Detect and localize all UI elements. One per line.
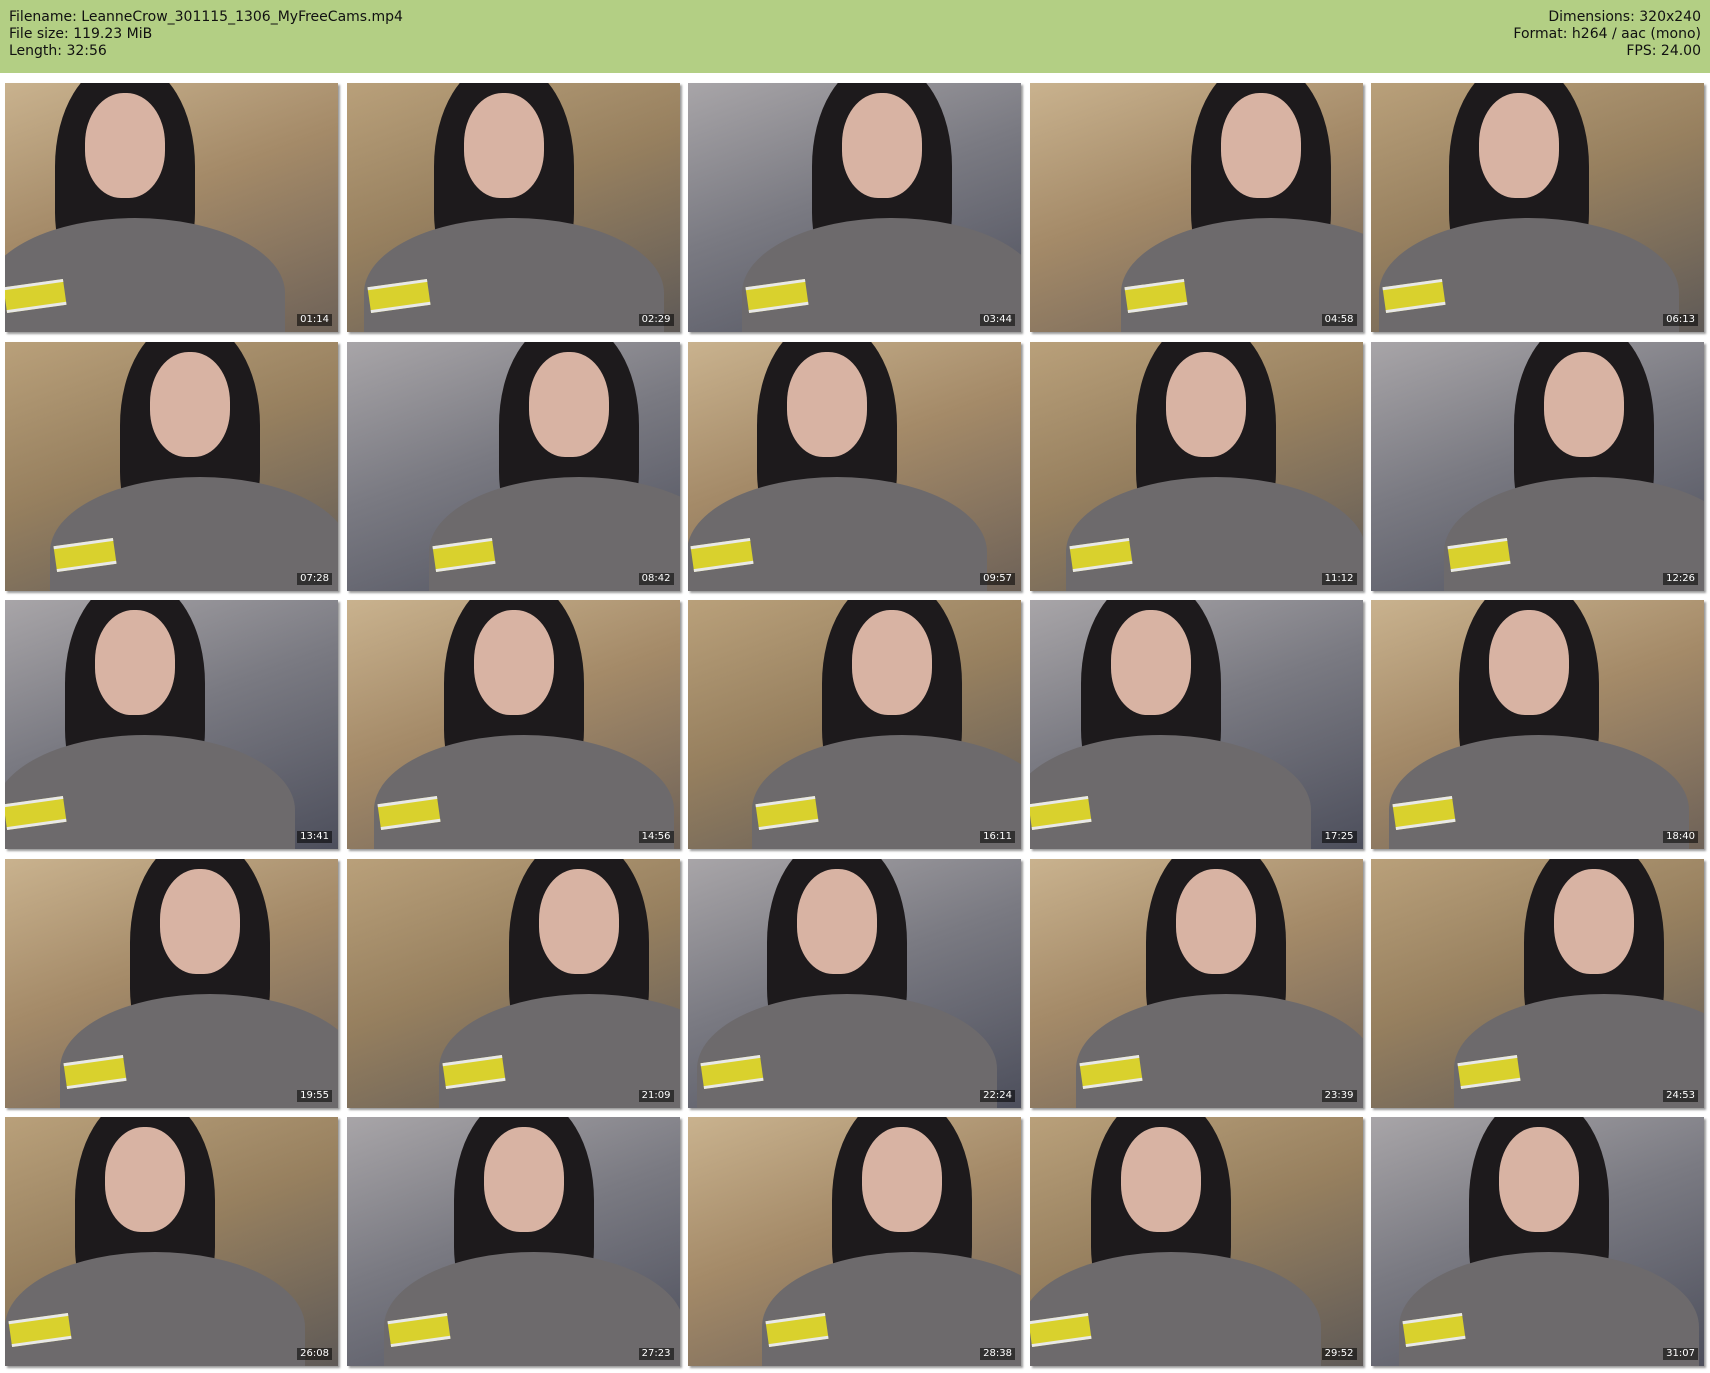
timestamp-label: 13:41 <box>297 831 332 843</box>
video-thumbnail: 12:26 <box>1371 341 1704 591</box>
figure-face <box>538 868 619 974</box>
video-thumbnail: 02:29 <box>346 83 680 332</box>
video-thumbnail: 31:07 <box>1371 1117 1704 1366</box>
video-thumbnail: 06:13 <box>1371 83 1704 332</box>
timestamp-label: 16:11 <box>980 831 1015 843</box>
figure-face <box>95 610 175 715</box>
video-thumbnail: 21:09 <box>346 858 680 1108</box>
dimensions-text: Dimensions: 320x240 <box>1548 9 1701 25</box>
video-thumbnail: 01:14 <box>5 83 338 332</box>
video-thumbnail: 19:55 <box>5 858 338 1108</box>
header-separator <box>0 73 1710 81</box>
timestamp-label: 29:52 <box>1321 1348 1357 1360</box>
timestamp-label: 26:08 <box>297 1348 332 1360</box>
figure-face <box>1120 1127 1201 1232</box>
timestamp-label: 14:56 <box>638 831 674 843</box>
figure-face <box>842 93 922 198</box>
figure-face <box>150 351 230 457</box>
figure-face <box>483 1127 564 1232</box>
timestamp-label: 08:42 <box>638 572 674 585</box>
timestamp-label: 24:53 <box>1663 1089 1698 1102</box>
video-thumbnail: 23:39 <box>1029 858 1363 1108</box>
video-thumbnail: 18:40 <box>1371 600 1704 849</box>
video-thumbnail: 22:24 <box>688 858 1021 1108</box>
figure-face <box>1554 868 1634 974</box>
video-thumbnail: 27:23 <box>346 1117 680 1366</box>
video-thumbnail: 14:56 <box>346 600 680 849</box>
timestamp-label: 21:09 <box>638 1089 674 1102</box>
figure-face <box>463 93 544 198</box>
figure-face <box>85 93 165 198</box>
video-thumbnail: 13:41 <box>5 600 338 849</box>
figure-face <box>1489 610 1569 715</box>
video-thumbnail: 11:12 <box>1029 341 1363 591</box>
timestamp-label: 11:12 <box>1321 572 1357 585</box>
video-thumbnail: 16:11 <box>688 600 1021 849</box>
timestamp-label: 22:24 <box>980 1089 1015 1102</box>
filename-text: Filename: LeanneCrow_301115_1306_MyFreeC… <box>9 9 403 25</box>
thumbnail-grid: 01:14 02:29 03:44 04:58 06:13 07:28 08:42 09:57… <box>5 83 1705 1368</box>
figure-face <box>160 868 240 974</box>
info-header: Filename: LeanneCrow_301115_1306_MyFreeC… <box>0 0 1710 73</box>
timestamp-label: 03:44 <box>980 314 1015 326</box>
timestamp-label: 12:26 <box>1663 572 1698 585</box>
figure-face <box>473 610 554 715</box>
video-thumbnail: 29:52 <box>1029 1117 1363 1366</box>
video-thumbnail: 03:44 <box>688 83 1021 332</box>
fps-text: FPS: 24.00 <box>1626 43 1701 59</box>
timestamp-label: 04:58 <box>1321 314 1357 326</box>
file-info-left: Filename: LeanneCrow_301115_1306_MyFreeC… <box>9 9 403 60</box>
timestamp-label: 19:55 <box>297 1089 332 1102</box>
video-thumbnail: 04:58 <box>1029 83 1363 332</box>
format-text: Format: h264 / aac (mono) <box>1513 26 1701 42</box>
figure-face <box>787 351 867 457</box>
figure-face <box>1175 868 1256 974</box>
timestamp-label: 18:40 <box>1663 831 1698 843</box>
timestamp-label: 02:29 <box>638 314 674 326</box>
video-thumbnail: 28:38 <box>688 1117 1021 1366</box>
timestamp-label: 17:25 <box>1321 831 1357 843</box>
figure-face <box>1110 610 1191 715</box>
timestamp-label: 27:23 <box>638 1348 674 1360</box>
timestamp-label: 31:07 <box>1663 1348 1698 1360</box>
figure-face <box>1499 1127 1579 1232</box>
length-text: Length: 32:56 <box>9 43 107 59</box>
figure-face <box>1479 93 1559 198</box>
video-thumbnail: 08:42 <box>346 341 680 591</box>
video-thumbnail: 24:53 <box>1371 858 1704 1108</box>
figure-face <box>528 351 609 457</box>
timestamp-label: 09:57 <box>980 572 1015 585</box>
figure-face <box>862 1127 942 1232</box>
figure-face <box>852 610 932 715</box>
video-thumbnail: 09:57 <box>688 341 1021 591</box>
figure-face <box>1165 351 1246 457</box>
timestamp-label: 01:14 <box>297 314 332 326</box>
figure-face <box>1544 351 1624 457</box>
video-thumbnail: 07:28 <box>5 341 338 591</box>
timestamp-label: 23:39 <box>1321 1089 1357 1102</box>
timestamp-label: 28:38 <box>980 1348 1015 1360</box>
timestamp-label: 06:13 <box>1663 314 1698 326</box>
file-info-right: Dimensions: 320x240 Format: h264 / aac (… <box>1513 9 1701 60</box>
video-thumbnail: 26:08 <box>5 1117 338 1366</box>
timestamp-label: 07:28 <box>297 572 332 585</box>
figure-face <box>1220 93 1301 198</box>
figure-face <box>105 1127 185 1232</box>
video-thumbnail: 17:25 <box>1029 600 1363 849</box>
figure-face <box>797 868 877 974</box>
filesize-text: File size: 119.23 MiB <box>9 26 153 42</box>
